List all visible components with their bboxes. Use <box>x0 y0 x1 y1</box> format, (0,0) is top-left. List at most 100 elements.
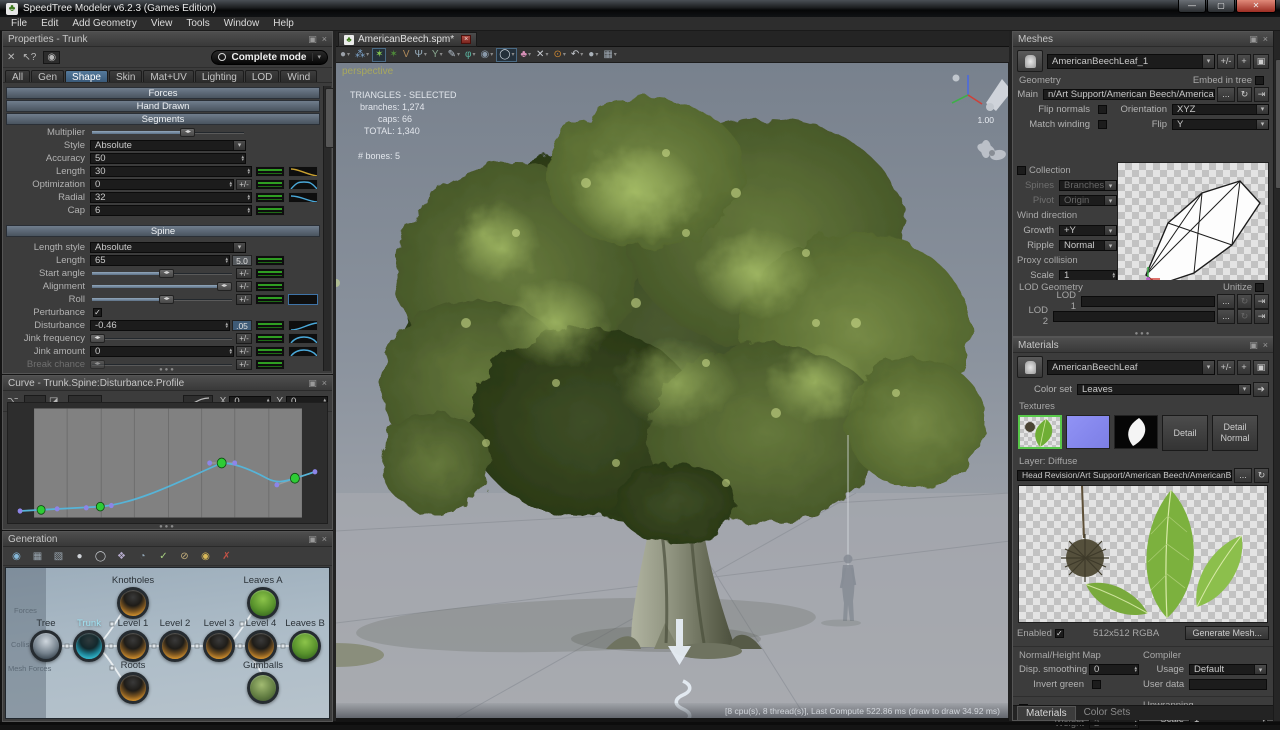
jink-amount-chip[interactable] <box>255 346 285 357</box>
lod1-path[interactable] <box>1081 296 1215 307</box>
generation-graph[interactable]: Forces Collision Mesh Forces <box>5 567 330 719</box>
render-mode-icon[interactable]: ●▾ <box>338 48 352 62</box>
collection-checkbox[interactable] <box>1017 166 1026 175</box>
browse-button[interactable]: ... <box>1217 87 1235 102</box>
texture-preview[interactable] <box>1018 485 1268 623</box>
start-angle-chip[interactable] <box>255 268 285 279</box>
pivot-dropdown[interactable]: Origin <box>1059 195 1117 206</box>
float-icon[interactable]: ▣ <box>1249 34 1258 45</box>
flip-normals-checkbox[interactable] <box>1098 105 1107 114</box>
complete-mode-button[interactable]: Complete mode ▾ <box>211 50 328 65</box>
jink-amount-pm[interactable]: +/- <box>236 346 252 357</box>
diffuse-reload-icon[interactable]: ↻ <box>1254 468 1269 483</box>
match-winding-checkbox[interactable] <box>1098 120 1107 129</box>
tab-mat-uv[interactable]: Mat+UV <box>143 70 193 82</box>
color-set-apply-icon[interactable]: ➔ <box>1253 382 1269 397</box>
node-trunk[interactable]: Trunk <box>73 630 105 662</box>
optimization-spinner[interactable]: 0 <box>90 179 234 190</box>
break-chance-pm[interactable]: +/- <box>236 359 252 370</box>
right-scrollbar[interactable] <box>1273 31 1280 721</box>
roll-curve-chip[interactable] <box>288 294 318 305</box>
spine-length-chip[interactable] <box>255 255 285 266</box>
mesh-copy-button[interactable]: ▣ <box>1253 54 1269 69</box>
close-icon[interactable]: × <box>322 34 327 44</box>
diffuse-browse-button[interactable]: ... <box>1234 468 1252 483</box>
tab-color-sets[interactable]: Color Sets <box>1076 706 1139 720</box>
menu-edit[interactable]: Edit <box>34 17 65 31</box>
tab-all[interactable]: All <box>5 70 30 82</box>
roll-chip[interactable] <box>255 294 285 305</box>
mesh-add-button[interactable]: + <box>1237 54 1251 69</box>
lod2-export-icon[interactable]: ⇥ <box>1254 309 1269 324</box>
node-leaves-a[interactable]: Leaves A <box>247 587 279 619</box>
float-icon[interactable]: ▣ <box>308 534 317 545</box>
cap-spinner[interactable]: 6 <box>90 205 252 216</box>
user-data-field[interactable] <box>1189 679 1267 690</box>
show-leaves-icon[interactable]: ✶ <box>372 48 386 62</box>
target-icon[interactable]: ⊙▾ <box>551 48 567 62</box>
mesh-selector-dropdown[interactable]: AmericanBeechLeaf_1 <box>1047 54 1215 69</box>
disp-smoothing-spinner[interactable]: 0 <box>1089 664 1139 675</box>
tab-close-icon[interactable]: × <box>461 35 471 44</box>
alpha-texture-thumb[interactable] <box>1114 415 1158 449</box>
jink-frequency-curve-chip[interactable] <box>288 333 318 344</box>
menu-help[interactable]: Help <box>266 17 301 31</box>
menu-file[interactable]: File <box>4 17 34 31</box>
draw-tool-icon[interactable]: ✎▾ <box>446 48 462 62</box>
detail-normal-texture-button[interactable]: Detail Normal <box>1212 415 1258 451</box>
show-canopy-icon[interactable]: Ψ▾ <box>413 48 429 62</box>
optimization-curve-chip[interactable] <box>288 179 318 190</box>
accuracy-spinner[interactable]: 50 <box>90 153 246 164</box>
break-chance-chip[interactable] <box>255 359 285 370</box>
jink-frequency-pm[interactable]: +/- <box>236 333 252 344</box>
undo-icon[interactable]: ↶▾ <box>569 48 585 62</box>
tab-shape[interactable]: Shape <box>65 70 108 82</box>
section-spine[interactable]: Spine <box>6 225 320 237</box>
mushroom-icon[interactable]: ♣▾ <box>518 48 533 62</box>
start-angle-slider[interactable]: ◂▸ <box>90 267 234 279</box>
drag-hand-icon[interactable] <box>1017 356 1043 378</box>
right-splitter[interactable] <box>1009 31 1012 721</box>
length-badge[interactable]: 5.0 <box>232 255 252 266</box>
usage-dropdown[interactable]: Default <box>1189 664 1267 675</box>
disturbance-badge[interactable]: .05 <box>232 320 252 331</box>
gen-group-icon[interactable]: ❖ <box>113 551 130 562</box>
tab-lod[interactable]: LOD <box>245 70 280 82</box>
color-set-dropdown[interactable]: Leaves <box>1077 384 1251 395</box>
material-add-button[interactable]: + <box>1237 360 1251 375</box>
detail-texture-button[interactable]: Detail <box>1162 415 1208 451</box>
section-segments[interactable]: Segments <box>6 113 320 125</box>
float-icon[interactable]: ▣ <box>308 378 317 389</box>
cut-tool-icon[interactable]: ✕▾ <box>534 48 550 62</box>
gen-check-icon[interactable]: ✓ <box>155 551 172 562</box>
gen-select-icon[interactable]: ◉ <box>8 551 25 562</box>
lasso-select-icon[interactable]: ◯▾ <box>496 48 517 62</box>
alignment-slider[interactable]: ◂▸ <box>90 280 234 292</box>
mesh-pm-button[interactable]: +/- <box>1217 54 1235 69</box>
float-icon[interactable]: ▣ <box>1249 340 1258 351</box>
gen-grid2-icon[interactable]: ▧ <box>50 551 67 562</box>
length-style-dropdown[interactable]: Absolute <box>90 242 246 253</box>
maximize-button[interactable]: ▢ <box>1207 0 1235 13</box>
growth-dropdown[interactable]: +Y <box>1059 225 1117 236</box>
material-ball-icon[interactable]: ●▾ <box>586 48 600 62</box>
properties-scrollbar[interactable] <box>323 86 331 371</box>
spines-dropdown[interactable]: Branches <box>1059 180 1117 191</box>
generate-mesh-button[interactable]: Generate Mesh... <box>1185 626 1269 640</box>
curve-canvas[interactable] <box>7 402 328 524</box>
tab-wind[interactable]: Wind <box>280 70 317 82</box>
lod1-reload-icon[interactable]: ↻ <box>1237 294 1252 309</box>
jink-frequency-slider[interactable]: ◂▸ <box>90 332 234 344</box>
gen-eye-icon[interactable]: ◔ <box>134 551 151 562</box>
perturbance-checkbox[interactable]: ✓ <box>93 308 102 317</box>
material-pm-button[interactable]: +/- <box>1217 360 1235 375</box>
lod2-browse-button[interactable]: ... <box>1217 309 1235 324</box>
node-tree[interactable]: Tree <box>30 630 62 662</box>
material-copy-button[interactable]: ▣ <box>1253 360 1269 375</box>
flip-dropdown[interactable]: Y <box>1172 119 1269 130</box>
float-icon[interactable]: ▣ <box>308 34 317 45</box>
menu-add-geometry[interactable]: Add Geometry <box>65 17 143 31</box>
eye-display-icon[interactable]: ◉▾ <box>479 48 496 62</box>
left-splitter[interactable] <box>333 31 336 721</box>
lod2-path[interactable] <box>1053 311 1215 322</box>
